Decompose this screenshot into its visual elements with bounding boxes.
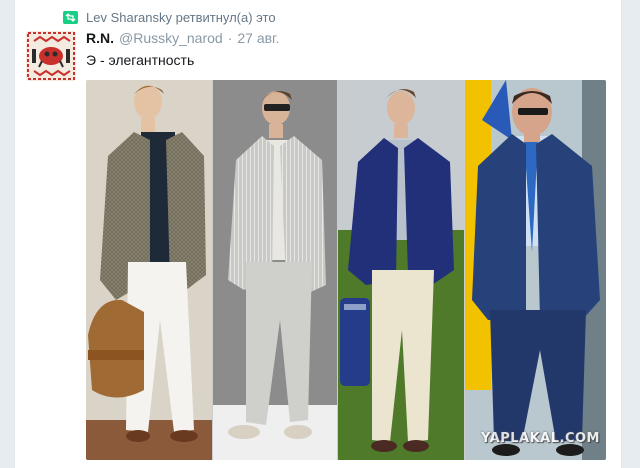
tweet-photo[interactable]: YAPLAKAL.COM — [86, 80, 606, 460]
watermark: YAPLAKAL.COM — [481, 431, 600, 446]
model-panel-2 — [213, 80, 337, 460]
retweet-context: Lev Sharansky ретвитнул(а) это — [63, 8, 276, 26]
retweet-icon — [63, 10, 78, 24]
tweet-header: R.N. @Russky_narod · 27 авг. — [86, 30, 279, 50]
author-name[interactable]: R.N. — [86, 30, 114, 46]
avatar[interactable] — [26, 31, 76, 81]
model-panel-1 — [86, 80, 212, 460]
retweet-label[interactable]: Lev Sharansky ретвитнул(а) это — [86, 10, 276, 25]
model-panel-3 — [338, 80, 464, 460]
separator-dot: · — [227, 30, 233, 46]
author-handle[interactable]: @Russky_narod — [119, 30, 223, 46]
photo-collage — [86, 80, 606, 460]
model-panel-4 — [465, 80, 606, 460]
tweet-text: Э - элегантность — [86, 52, 195, 68]
tweet-date[interactable]: 27 авг. — [237, 30, 279, 46]
